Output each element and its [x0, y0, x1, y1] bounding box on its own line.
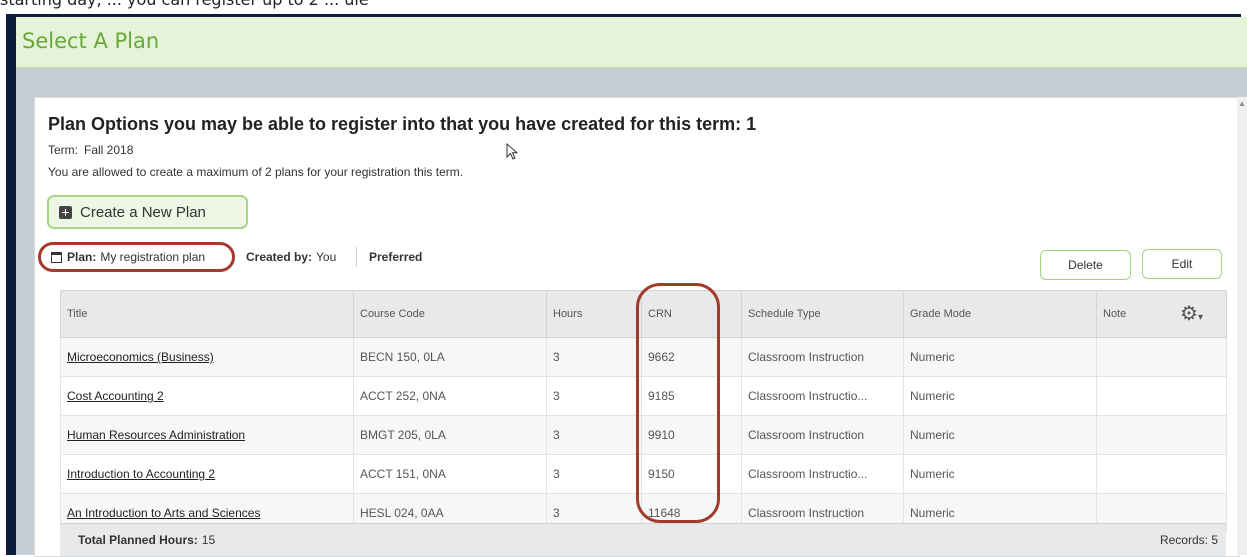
delete-button[interactable]: Delete	[1040, 250, 1131, 280]
column-header-title[interactable]: Title	[60, 290, 354, 338]
course-title-cell: Microeconomics (Business)	[60, 337, 354, 377]
total-hours-value: 15	[201, 533, 216, 547]
table-row: Introduction to Accounting 2 ACCT 151, 0…	[60, 454, 1227, 494]
page-title: Select A Plan	[22, 29, 160, 53]
table-footer: Total Planned Hours: 15 Records: 5	[60, 523, 1226, 556]
note-cell	[1096, 337, 1227, 377]
created-by-value: You	[316, 250, 337, 264]
term-label: Term:	[48, 143, 78, 157]
course-code-cell: BMGT 205, 0LA	[353, 415, 547, 455]
plan-name-badge: Plan: My registration plan	[38, 242, 235, 272]
column-header-course-code[interactable]: Course Code	[353, 290, 547, 338]
course-title-cell: Introduction to Accounting 2	[60, 454, 354, 494]
gear-icon[interactable]: ⚙▾	[1180, 301, 1203, 326]
hours-cell: 3	[546, 415, 642, 455]
crn-cell: 9185	[641, 376, 742, 416]
crn-cell: 9662	[641, 337, 742, 377]
schedule-type-cell: Classroom Instructio...	[741, 376, 904, 416]
total-hours-label: Total Planned Hours:	[78, 533, 198, 547]
note-cell	[1096, 415, 1227, 455]
plan-limit-text: You are allowed to create a maximum of 2…	[48, 165, 464, 179]
schedule-type-cell: Classroom Instructio...	[741, 454, 904, 494]
records-count: Records: 5	[1159, 533, 1218, 547]
course-title-cell: Human Resources Administration	[60, 415, 354, 455]
note-cell	[1096, 454, 1227, 494]
plus-square-icon	[59, 205, 72, 219]
created-by-label: Created by:	[246, 250, 313, 264]
course-title-link[interactable]: Cost Accounting 2	[67, 389, 164, 403]
course-code-cell: ACCT 252, 0NA	[353, 376, 547, 416]
crn-cell: 9150	[641, 454, 742, 494]
course-title-link[interactable]: Human Resources Administration	[67, 428, 245, 442]
table-row: Human Resources Administration BMGT 205,…	[60, 415, 1227, 455]
term-value: Fall 2018	[84, 143, 134, 157]
course-title-link[interactable]: Introduction to Accounting 2	[67, 467, 215, 481]
table-row: Cost Accounting 2 ACCT 252, 0NA 3 9185 C…	[60, 376, 1227, 416]
course-title-cell: Cost Accounting 2	[60, 376, 354, 416]
column-header-grade-mode[interactable]: Grade Mode	[903, 290, 1097, 338]
term-line: Term: Fall 2018	[48, 143, 133, 157]
column-header-crn[interactable]: CRN	[641, 290, 742, 338]
mouse-cursor-icon	[506, 143, 519, 160]
column-header-schedule-type[interactable]: Schedule Type	[741, 290, 904, 338]
plan-label: Plan:	[67, 250, 97, 264]
note-cell	[1096, 376, 1227, 416]
crn-cell: 9910	[641, 415, 742, 455]
course-code-cell: ACCT 151, 0NA	[353, 454, 547, 494]
table-row: Microeconomics (Business) BECN 150, 0LA …	[60, 337, 1227, 377]
course-title-link[interactable]: An Introduction to Arts and Sciences	[67, 506, 260, 520]
grade-mode-cell: Numeric	[903, 454, 1097, 494]
divider	[356, 247, 357, 267]
plan-options-heading: Plan Options you may be able to register…	[48, 114, 757, 134]
create-new-plan-label: Create a New Plan	[80, 203, 206, 221]
created-by: Created by: You	[246, 250, 336, 264]
calendar-icon	[51, 251, 62, 263]
grade-mode-cell: Numeric	[903, 415, 1097, 455]
grade-mode-cell: Numeric	[903, 376, 1097, 416]
course-code-cell: BECN 150, 0LA	[353, 337, 547, 377]
grade-mode-cell: Numeric	[903, 337, 1097, 377]
vertical-scrollbar[interactable]: ▲	[1237, 97, 1247, 555]
page-header: Select A Plan	[16, 17, 1247, 68]
scroll-up-icon[interactable]: ▲	[1238, 99, 1246, 108]
plan-courses-table: Title Course Code Hours CRN Schedule Typ…	[60, 290, 1227, 533]
hours-cell: 3	[546, 337, 642, 377]
create-new-plan-button[interactable]: Create a New Plan	[47, 195, 248, 229]
course-title-link[interactable]: Microeconomics (Business)	[67, 350, 214, 364]
cropped-top-text: starting day, ... you can register up to…	[0, 0, 1247, 14]
edit-button[interactable]: Edit	[1142, 249, 1222, 279]
chevron-down-icon: ▾	[1197, 312, 1203, 323]
column-header-hours[interactable]: Hours	[546, 290, 642, 338]
schedule-type-cell: Classroom Instruction	[741, 337, 904, 377]
preferred-label: Preferred	[369, 250, 423, 264]
schedule-type-cell: Classroom Instruction	[741, 415, 904, 455]
hours-cell: 3	[546, 376, 642, 416]
total-planned-hours: Total Planned Hours: 15	[78, 533, 215, 547]
plan-name: My registration plan	[100, 250, 206, 264]
table-header-row: Title Course Code Hours CRN Schedule Typ…	[60, 290, 1227, 338]
hours-cell: 3	[546, 454, 642, 494]
column-header-note[interactable]: Note	[1096, 290, 1227, 338]
